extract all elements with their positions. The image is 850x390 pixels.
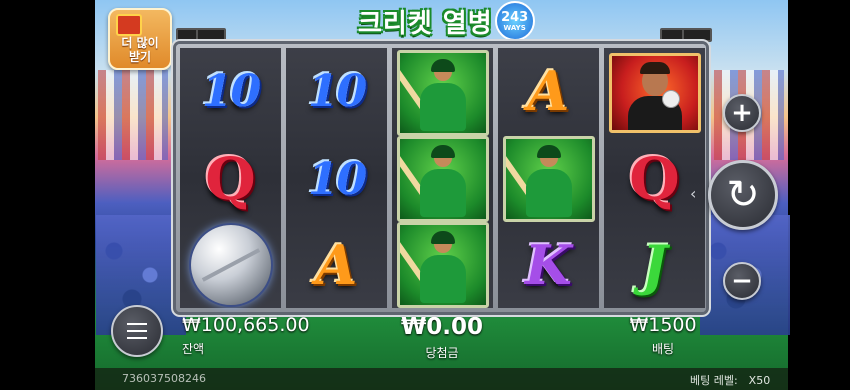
spin-icon: ↻ bbox=[726, 172, 760, 218]
reel-area: 10 Q 10 10 A A K Q J bbox=[176, 44, 706, 312]
ways-number: 243 bbox=[501, 9, 529, 25]
reel-5: Q J bbox=[604, 48, 705, 308]
symbol-ace: A bbox=[527, 59, 570, 123]
ways-label: WAYS bbox=[503, 23, 526, 32]
symbol-ten: 10 bbox=[307, 65, 367, 117]
symbol-cell bbox=[392, 136, 493, 222]
symbol-queen: Q bbox=[629, 145, 680, 213]
batsman-icon bbox=[396, 222, 489, 308]
symbol-cell: J bbox=[604, 222, 705, 308]
symbol-queen: Q bbox=[205, 145, 256, 213]
symbol-king: K bbox=[525, 233, 572, 297]
round-id: 736037508246 bbox=[122, 372, 206, 385]
cricket-ball-icon bbox=[190, 225, 271, 305]
reel-4: A K bbox=[498, 48, 599, 308]
symbol-ten: 10 bbox=[201, 65, 261, 117]
symbol-cell: Q bbox=[604, 136, 705, 222]
bet-display[interactable]: ₩1500 배팅 bbox=[629, 314, 697, 357]
batsman-icon bbox=[502, 136, 595, 222]
get-more-button[interactable]: 더 많이 받기 bbox=[108, 8, 172, 70]
minus-icon: − bbox=[731, 266, 753, 296]
left-letterbox bbox=[0, 0, 95, 390]
bet-label: 배팅 bbox=[651, 342, 675, 356]
plus-icon: + bbox=[731, 98, 753, 128]
floodlight-icon bbox=[682, 28, 712, 42]
menu-button[interactable] bbox=[111, 305, 163, 357]
bet-value: ₩1500 bbox=[629, 314, 697, 336]
reel-2: 10 10 A bbox=[286, 48, 387, 308]
win-label: 당첨금 bbox=[425, 346, 459, 360]
balance-label: 잔액 bbox=[182, 342, 205, 356]
batsman-icon bbox=[396, 50, 489, 136]
symbol-cell bbox=[604, 50, 705, 136]
bet-level: 베팅 레벨: X50 bbox=[690, 374, 771, 387]
symbol-cell bbox=[392, 222, 493, 308]
symbol-cell: 10 bbox=[286, 136, 387, 222]
batsman-icon bbox=[396, 136, 489, 222]
game-logo: 크리켓 열병 243 WAYS bbox=[358, 1, 535, 41]
symbol-cell: K bbox=[498, 222, 599, 308]
ways-badge: 243 WAYS bbox=[494, 1, 535, 41]
symbol-ace: A bbox=[315, 233, 358, 297]
reel-3 bbox=[392, 48, 493, 308]
decrease-bet-button[interactable]: − bbox=[723, 262, 761, 300]
symbol-cell: A bbox=[286, 222, 387, 308]
hamburger-icon bbox=[127, 323, 147, 339]
right-letterbox bbox=[788, 0, 850, 390]
game-title: 크리켓 열병 bbox=[358, 8, 493, 39]
promo-label-line2: 받기 bbox=[128, 50, 152, 64]
symbol-cell: A bbox=[498, 48, 599, 134]
win-value: ₩0.00 bbox=[400, 314, 484, 340]
gift-icon bbox=[116, 14, 142, 36]
floodlight-icon bbox=[196, 28, 226, 42]
symbol-ten: 10 bbox=[307, 153, 367, 205]
symbol-cell bbox=[392, 50, 493, 136]
chevron-left-icon: ‹ bbox=[690, 184, 697, 203]
symbol-cell bbox=[180, 222, 281, 308]
increase-bet-button[interactable]: + bbox=[723, 94, 761, 132]
captain-icon bbox=[608, 53, 701, 133]
reel-1: 10 Q bbox=[180, 48, 281, 308]
balance-display: ₩100,665.00 잔액 bbox=[182, 314, 310, 357]
symbol-cell bbox=[498, 136, 599, 222]
symbol-cell: Q bbox=[180, 136, 281, 222]
symbol-cell: 10 bbox=[286, 48, 387, 134]
promo-label-line1: 더 많이 bbox=[121, 36, 159, 50]
win-display: ₩0.00 당첨금 bbox=[400, 314, 484, 361]
balance-value: ₩100,665.00 bbox=[182, 314, 310, 336]
symbol-jack: J bbox=[641, 233, 668, 297]
hud: ₩100,665.00 잔액 ₩0.00 당첨금 ₩1500 배팅 bbox=[176, 314, 706, 366]
symbol-cell: 10 bbox=[180, 48, 281, 134]
spin-button[interactable]: ↻ bbox=[708, 160, 778, 230]
stadium-flags-left bbox=[98, 70, 168, 160]
